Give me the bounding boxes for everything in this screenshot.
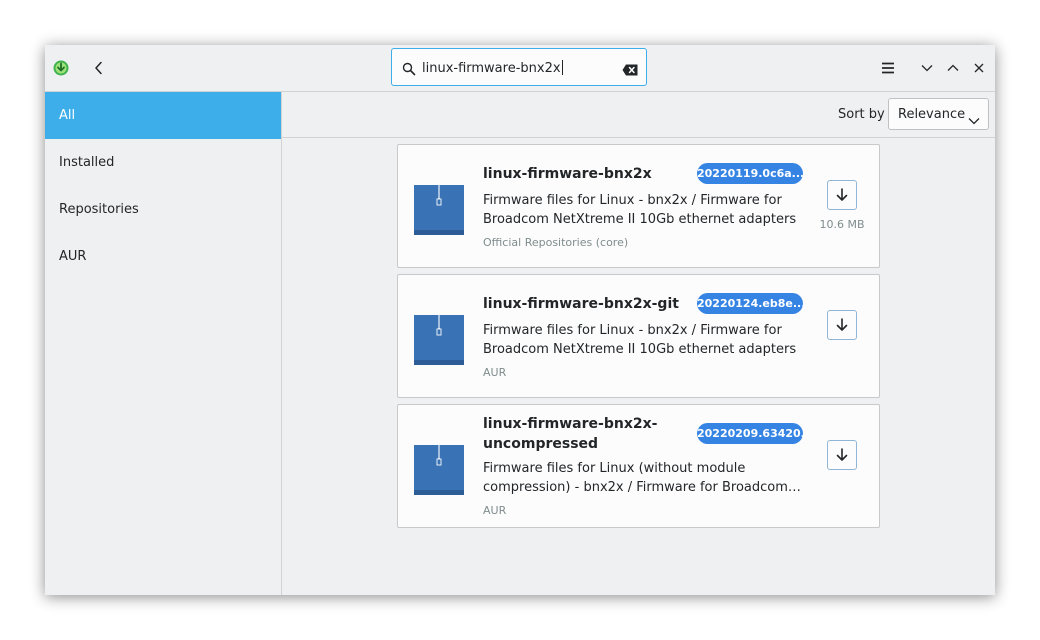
sidebar-item-repositories[interactable]: Repositories bbox=[45, 186, 281, 233]
description-line: Firmware files for Linux - bnx2x / Firmw… bbox=[483, 193, 782, 208]
download-arrow-icon bbox=[836, 188, 848, 201]
chevron-left-icon bbox=[95, 61, 102, 75]
back-button[interactable] bbox=[89, 58, 109, 78]
hamburger-menu-button[interactable] bbox=[879, 59, 897, 77]
package-name: linux-firmware-bnx2x- uncompressed bbox=[483, 414, 688, 454]
download-arrow-icon bbox=[836, 448, 848, 461]
package-repository: AUR bbox=[483, 504, 507, 517]
version-badge: 20220209.63420... bbox=[697, 423, 803, 444]
sidebar: All Installed Repositories AUR bbox=[45, 92, 282, 595]
package-description: Firmware files for Linux (without module… bbox=[483, 459, 803, 497]
description-line: Firmware files for Linux - bnx2x / Firmw… bbox=[483, 323, 782, 338]
package-card[interactable]: linux-firmware-bnx2x 20220119.0c6a... Fi… bbox=[397, 144, 880, 268]
search-input[interactable]: linux-firmware-bnx2x bbox=[422, 60, 563, 76]
package-card[interactable]: linux-firmware-bnx2x- uncompressed 20220… bbox=[397, 404, 880, 528]
minimize-button[interactable] bbox=[918, 59, 936, 77]
package-repository: Official Repositories (core) bbox=[483, 236, 629, 249]
sidebar-item-all[interactable]: All bbox=[45, 92, 281, 139]
download-size: 10.6 MB bbox=[819, 218, 865, 231]
chevron-down-icon bbox=[921, 65, 933, 72]
package-name-line: uncompressed bbox=[483, 436, 599, 452]
maximize-button[interactable] bbox=[944, 59, 962, 77]
search-input-text: linux-firmware-bnx2x bbox=[422, 61, 561, 76]
description-line: Firmware files for Linux (without module bbox=[483, 461, 746, 476]
sidebar-item-installed[interactable]: Installed bbox=[45, 139, 281, 186]
archive-package-icon bbox=[414, 445, 464, 499]
app-window: linux-firmware-bnx2x All Installed Repos… bbox=[45, 45, 995, 595]
chevron-down-icon bbox=[968, 110, 980, 129]
archive-package-icon bbox=[414, 315, 464, 369]
clear-text-icon[interactable] bbox=[622, 61, 638, 80]
description-line: compression) - bnx2x / Firmware for Broa… bbox=[483, 480, 803, 495]
close-icon bbox=[974, 63, 984, 73]
install-button[interactable] bbox=[827, 440, 857, 470]
description-line: Broadcom NetXtreme II 10Gb ethernet adap… bbox=[483, 342, 797, 357]
version-badge: 20220119.0c6a... bbox=[697, 163, 803, 184]
package-name: linux-firmware-bnx2x bbox=[483, 166, 652, 182]
close-button[interactable] bbox=[970, 59, 988, 77]
package-description: Firmware files for Linux - bnx2x / Firmw… bbox=[483, 321, 803, 359]
archive-package-icon bbox=[414, 185, 464, 239]
package-card[interactable]: linux-firmware-bnx2x-git 20220124.eb8e..… bbox=[397, 274, 880, 398]
chevron-up-icon bbox=[947, 64, 959, 71]
package-repository: AUR bbox=[483, 366, 507, 379]
sort-selected-value: Relevance bbox=[898, 107, 966, 122]
package-name-line: linux-firmware-bnx2x- bbox=[483, 416, 658, 432]
search-field[interactable]: linux-firmware-bnx2x bbox=[391, 48, 647, 86]
sidebar-item-aur[interactable]: AUR bbox=[45, 233, 281, 280]
install-button[interactable] bbox=[827, 180, 857, 210]
results-pane: Sort by Relevance linux-firmware-bnx2x 2… bbox=[282, 92, 995, 595]
download-app-icon bbox=[53, 60, 69, 76]
text-caret bbox=[561, 60, 563, 75]
download-arrow-icon bbox=[836, 318, 848, 331]
sort-bar: Sort by Relevance bbox=[282, 92, 995, 138]
hamburger-menu-icon bbox=[882, 62, 894, 74]
sort-dropdown[interactable]: Relevance bbox=[888, 98, 989, 130]
package-description: Firmware files for Linux - bnx2x / Firmw… bbox=[483, 191, 803, 229]
package-name: linux-firmware-bnx2x-git bbox=[483, 296, 679, 312]
install-button[interactable] bbox=[827, 310, 857, 340]
header-bar: linux-firmware-bnx2x bbox=[45, 45, 995, 92]
description-line: Broadcom NetXtreme II 10Gb ethernet adap… bbox=[483, 212, 797, 227]
search-icon bbox=[402, 61, 416, 80]
version-badge: 20220124.eb8e... bbox=[697, 293, 803, 314]
sort-label: Sort by bbox=[838, 107, 885, 122]
